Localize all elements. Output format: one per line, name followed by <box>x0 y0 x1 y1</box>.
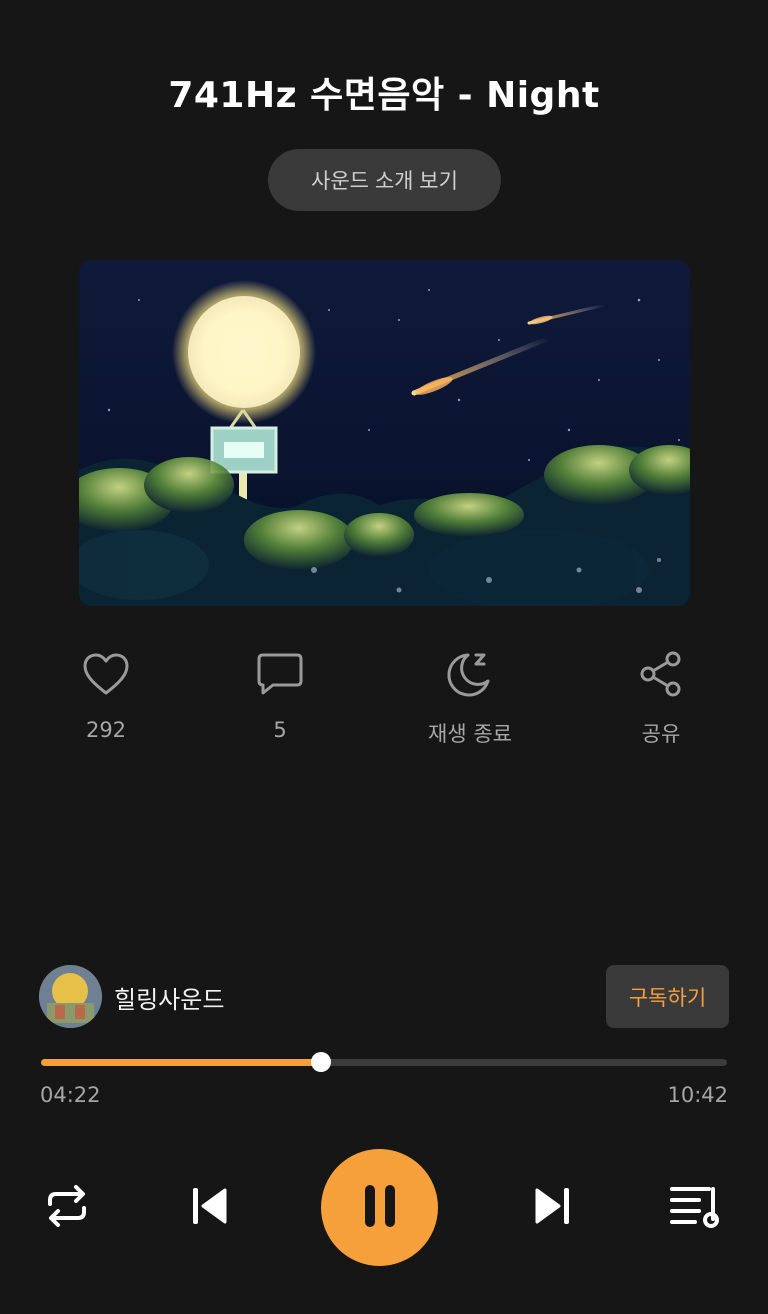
heart-icon <box>78 646 134 702</box>
comment-icon <box>252 646 308 702</box>
next-button[interactable] <box>528 1183 578 1233</box>
total-time: 10:42 <box>667 1083 728 1107</box>
pause-icon <box>362 1183 398 1233</box>
share-icon <box>633 646 689 702</box>
playlist-icon <box>669 1183 723 1233</box>
channel-avatar[interactable] <box>39 965 102 1028</box>
comment-count: 5 <box>273 718 287 742</box>
moon-sleep-icon <box>442 646 498 702</box>
channel-name[interactable]: 힐링사운드 <box>114 980 224 1015</box>
repeat-icon <box>44 1184 90 1232</box>
like-count: 292 <box>85 718 127 742</box>
progress-bar[interactable] <box>41 1052 727 1072</box>
track-title: 741Hz 수면음악 - Night <box>168 75 600 116</box>
next-icon <box>533 1186 573 1230</box>
comment-button[interactable]: 5 <box>220 646 340 742</box>
progress-thumb[interactable] <box>310 1052 331 1072</box>
sleep-timer-label: 재생 종료 <box>428 722 512 746</box>
repeat-button[interactable] <box>42 1183 92 1233</box>
share-button[interactable]: 공유 <box>601 646 721 748</box>
album-artwork <box>79 260 690 606</box>
subscribe-button[interactable]: 구독하기 <box>606 965 729 1028</box>
previous-button[interactable] <box>184 1183 234 1233</box>
previous-icon <box>189 1186 229 1230</box>
elapsed-time: 04:22 <box>40 1083 101 1107</box>
pause-button[interactable] <box>321 1149 438 1266</box>
sleep-timer-button[interactable]: 재생 종료 <box>410 646 530 748</box>
share-label: 공유 <box>641 722 681 746</box>
playlist-button[interactable] <box>668 1183 724 1233</box>
like-button[interactable]: 292 <box>46 646 166 742</box>
sound-intro-button[interactable]: 사운드 소개 보기 <box>268 149 501 211</box>
progress-fill <box>41 1059 321 1066</box>
